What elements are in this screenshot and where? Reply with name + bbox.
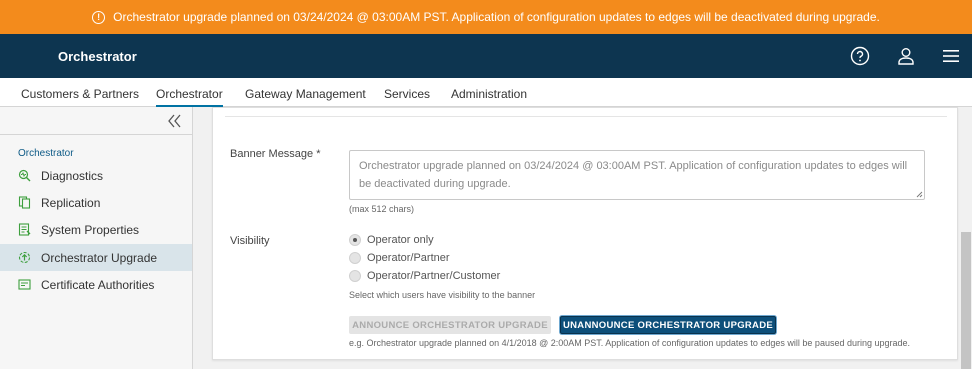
tab-orchestrator[interactable]: Orchestrator [156, 87, 223, 107]
sidebar-item-label: Diagnostics [41, 168, 104, 183]
app-header: Orchestrator [0, 34, 972, 78]
visibility-option-operator-partner[interactable]: Operator/Partner [349, 252, 450, 264]
upgrade-icon [18, 251, 31, 264]
tab-gateway-management[interactable]: Gateway Management [245, 87, 366, 101]
visibility-option-operator[interactable]: Operator only [349, 234, 434, 246]
sidebar-heading: Orchestrator [18, 148, 74, 159]
menu-icon[interactable] [941, 46, 961, 66]
certificate-icon [18, 279, 31, 290]
radio-button[interactable] [349, 252, 361, 264]
user-icon[interactable] [896, 46, 916, 66]
visibility-label: Visibility [230, 235, 270, 247]
visibility-hint: Select which users have visibility to th… [349, 290, 536, 300]
banner-message-textarea[interactable]: Orchestrator upgrade planned on 03/24/20… [349, 150, 925, 200]
sidebar-item-label: Replication [41, 195, 101, 210]
diagnostics-icon [18, 169, 31, 182]
sidebar-item-certificate-authorities[interactable]: Certificate Authorities [0, 271, 192, 298]
radio-label: Operator only [367, 234, 434, 246]
section-divider [225, 116, 947, 117]
sidebar-item-replication[interactable]: Replication [0, 189, 192, 216]
unannounce-upgrade-button[interactable]: UNANNOUNCE ORCHESTRATOR UPGRADE [560, 316, 776, 334]
sidebar-item-system-properties[interactable]: System Properties [0, 216, 192, 243]
upgrade-settings-card: Banner Message * Orchestrator upgrade pl… [212, 107, 958, 360]
sidebar-item-label: Certificate Authorities [41, 277, 155, 292]
tab-services[interactable]: Services [384, 87, 430, 101]
sidebar-item-label: System Properties [41, 222, 140, 237]
radio-button[interactable] [349, 270, 361, 282]
radio-button[interactable] [349, 234, 361, 246]
sidebar-divider [0, 134, 193, 135]
banner-message-text: Orchestrator upgrade planned on 03/24/20… [359, 160, 908, 190]
scrollbar-thumb[interactable] [961, 232, 971, 369]
sidebar: Orchestrator Diagnostics Replication Sys… [0, 107, 193, 369]
tab-customers-partners[interactable]: Customers & Partners [21, 87, 139, 101]
announce-upgrade-button[interactable]: ANNOUNCE ORCHESTRATOR UPGRADE [349, 316, 551, 334]
collapse-sidebar-icon[interactable] [167, 114, 183, 128]
banner-message-label: Banner Message * [230, 148, 321, 160]
help-icon[interactable] [850, 46, 870, 66]
announcement-text: Orchestrator upgrade planned on 03/24/20… [113, 10, 880, 24]
sidebar-item-diagnostics[interactable]: Diagnostics [0, 162, 192, 189]
sidebar-item-label: Orchestrator Upgrade [41, 250, 158, 265]
resize-handle-icon[interactable] [916, 191, 923, 198]
tab-administration[interactable]: Administration [451, 87, 527, 101]
char-limit-hint: (max 512 chars) [349, 204, 415, 214]
radio-label: Operator/Partner [367, 252, 450, 264]
radio-label: Operator/Partner/Customer [367, 270, 501, 282]
app-title: Orchestrator [58, 49, 137, 64]
example-hint: e.g. Orchestrator upgrade planned on 4/1… [349, 338, 911, 348]
sidebar-item-orchestrator-upgrade[interactable]: Orchestrator Upgrade [0, 244, 192, 271]
info-icon: ! [92, 10, 106, 24]
replication-icon [18, 196, 31, 209]
announcement-banner: ! Orchestrator upgrade planned on 03/24/… [0, 0, 972, 34]
top-nav: Customers & Partners Orchestrator Gatewa… [0, 78, 972, 107]
visibility-option-operator-partner-customer[interactable]: Operator/Partner/Customer [349, 270, 500, 282]
system-properties-icon [18, 223, 31, 236]
